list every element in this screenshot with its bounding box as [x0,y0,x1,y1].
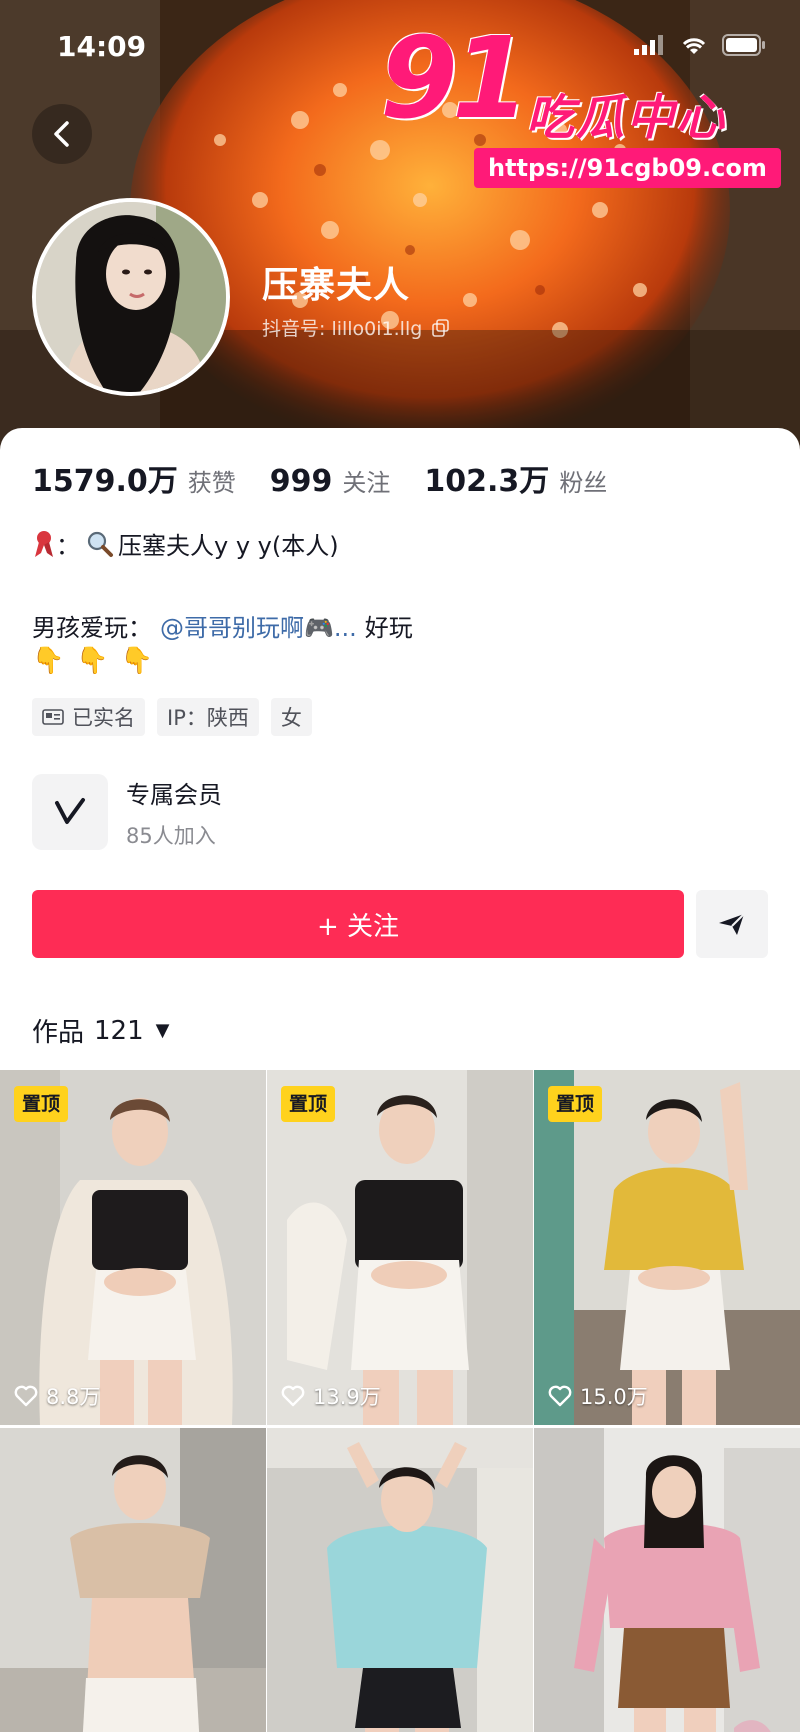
video-thumbnail[interactable]: 置顶 13.9万 [267,1070,533,1425]
video-thumbnail[interactable] [534,1428,800,1732]
heart-outline-icon [548,1385,572,1407]
video-likes: 13.9万 [281,1381,381,1411]
stat-label: 粉丝 [559,469,608,497]
pinned-badge: 置顶 [281,1086,336,1122]
watermark: 91 吃瓜中心 https://91cgb09.com [380,14,781,188]
stat-followers[interactable]: 102.3万 粉丝 [424,456,607,500]
membership-logo [32,774,108,850]
pointing-down-emoji: 👇 [76,646,109,676]
membership-entry[interactable]: 专属会员 85人加入 [32,774,222,850]
membership-text: 专属会员 85人加入 [126,775,222,850]
membership-title: 专属会员 [126,780,222,809]
video-cover-image [267,1070,533,1425]
profile-nickname: 压寨夫人 [262,265,411,306]
copy-icon[interactable] [432,318,450,337]
signature-prefix: 男孩爱玩： [32,614,152,642]
video-thumbnail[interactable]: 置顶 15.0万 [534,1070,800,1425]
watermark-site-name: 吃瓜中心 [526,90,727,146]
tag-label: 女 [280,706,302,730]
watermark-number: 91 [380,14,530,144]
tag-label: 已实名 [72,706,135,730]
tag-gender: 女 [270,698,312,736]
watermark-url: https://91cgb09.com [474,148,781,188]
video-thumbnail[interactable] [0,1428,266,1732]
video-cover-image [534,1070,800,1425]
video-thumbnail[interactable] [267,1428,533,1732]
video-cover-image [267,1428,533,1732]
stat-value: 999 [269,464,333,499]
ribbon-icon [35,530,53,557]
back-button[interactable] [32,104,92,164]
pointing-down-emoji: 👇 [120,646,154,676]
pointing-down-emoji: 👇 [32,646,65,676]
signature-prefix: ： [56,532,80,560]
status-time: 14:09 [57,30,147,63]
share-button[interactable] [696,890,768,958]
avatar-image [36,202,226,392]
send-icon [719,913,745,935]
membership-subtitle: 85人加入 [126,823,216,848]
caret-down-icon: ▼ [155,1020,170,1041]
works-tab[interactable]: 作品 121 ▼ [32,1012,170,1049]
works-label: 作品 [32,1018,85,1048]
magnifier-icon [87,531,113,557]
stat-value: 102.3万 [424,464,550,499]
heart-outline-icon [281,1385,305,1407]
heart-outline-icon [14,1385,38,1407]
tag-label: IP：陕西 [167,706,249,730]
like-count: 15.0万 [580,1385,648,1409]
signature-line-2: 男孩爱玩： @哥哥别玩啊🎮... 好玩 [32,608,413,643]
stat-label: 获赞 [187,469,236,497]
like-count: 13.9万 [313,1385,381,1409]
pinned-badge: 置顶 [548,1086,603,1122]
profile-cover: 14:09 压寨夫人 抖音号: lillo0i1.llg 91 吃瓜中心 htt… [0,0,800,460]
douyin-id-text: 抖音号: lillo0i1.llg [262,318,423,340]
profile-stats: 1579.0万 获赞 999 关注 102.3万 粉丝 [32,456,641,500]
video-likes: 8.8万 [14,1381,100,1411]
video-cover-image [0,1070,266,1425]
video-cover-image [0,1428,266,1732]
video-thumbnail[interactable]: 置顶 8.8万 [0,1070,266,1425]
signature-line-1: ： 压塞夫人y y y(本人) [32,526,339,561]
video-grid: 置顶 8.8万 置顶 13.9万 置顶 15.0万 [0,1070,800,1732]
douyin-id: 抖音号: lillo0i1.llg [262,314,450,341]
mention-link[interactable]: @哥哥别玩啊🎮... [160,608,357,643]
stat-likes[interactable]: 1579.0万 获赞 [32,456,236,500]
video-cover-image [534,1428,800,1732]
signature-text: 压塞夫人y y y(本人) [118,532,339,560]
stat-label: 关注 [342,469,391,497]
tag-verified[interactable]: 已实名 [32,698,145,736]
tag-ip: IP：陕西 [157,698,259,736]
stat-value: 1579.0万 [32,464,178,499]
video-likes: 15.0万 [548,1381,648,1411]
signature-suffix: 好玩 [364,614,413,642]
avatar[interactable] [32,198,230,396]
pinned-badge: 置顶 [14,1086,69,1122]
profile-tags: 已实名 IP：陕西 女 [32,698,312,736]
chevron-left-icon [54,121,69,147]
works-count: 121 [94,1015,144,1046]
stat-following[interactable]: 999 关注 [270,463,391,499]
id-card-icon [42,709,64,725]
follow-button[interactable]: + 关注 [32,890,684,958]
emoji-row: 👇 👇 👇 [32,646,153,676]
v-logo-icon [55,798,85,824]
like-count: 8.8万 [46,1385,101,1409]
